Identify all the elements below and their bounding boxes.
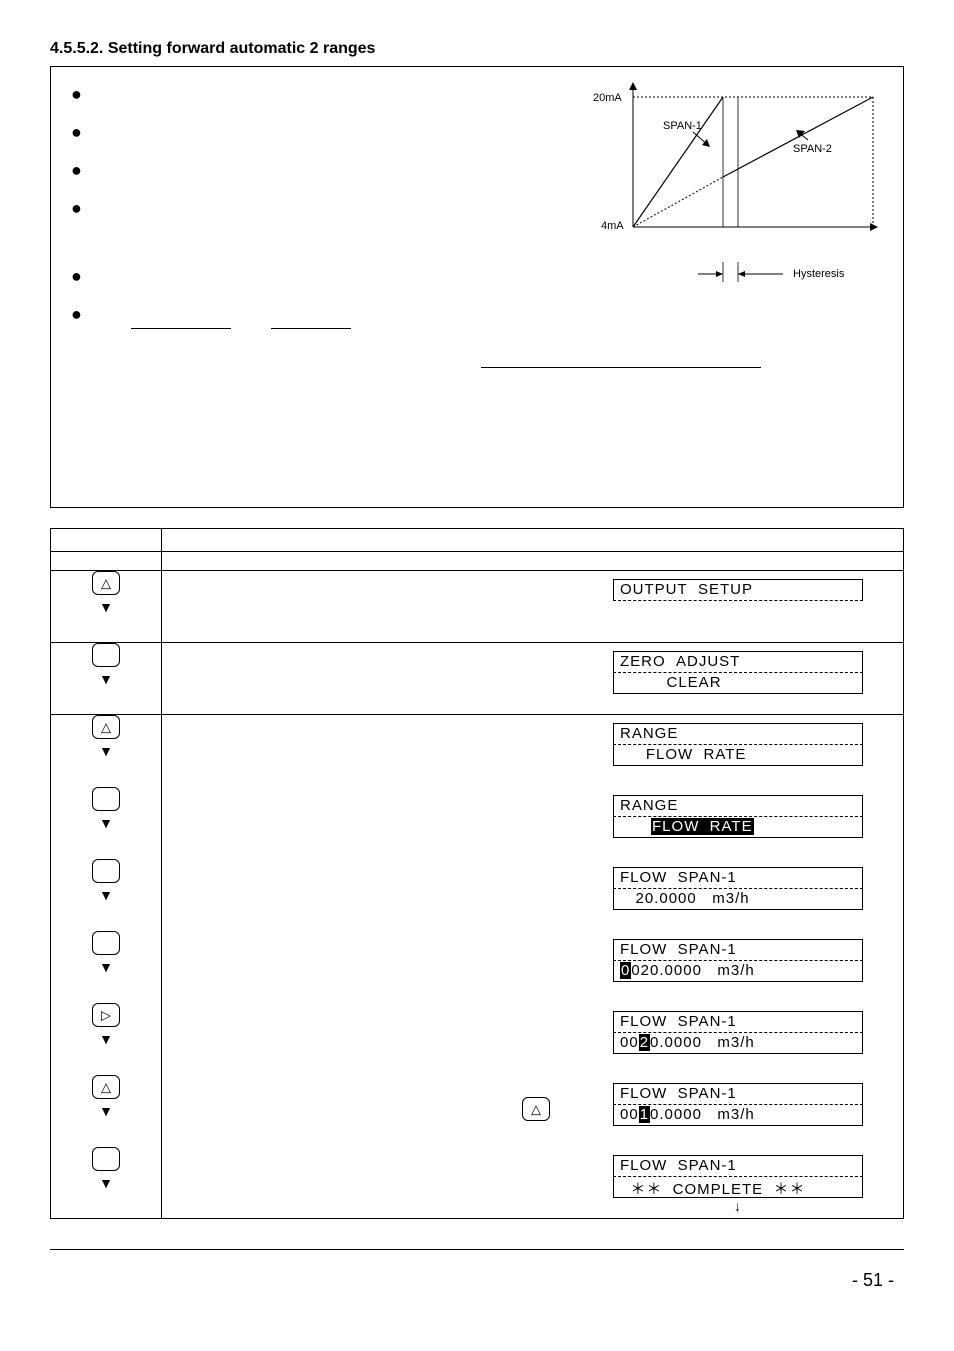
description-cell: ZERO ADJUST CLEAR [162,643,904,715]
lcd-line1: RANGE [613,795,863,817]
hysteresis-row: Hysteresis [583,262,883,292]
lcd-display: FLOW SPAN-1 ＊＊ COMPLETE ＊＊ ↓ [613,1155,863,1214]
lcd-line2: 0020.0000 m3/h [613,1033,863,1054]
key-cell: ▼ [51,931,162,1003]
lcd-display: RANGE FLOW RATE [613,723,863,766]
key-cell: ▷▼ [51,1003,162,1075]
key-cell: ▼ [51,1147,162,1219]
lcd-line1: FLOW SPAN-1 [613,867,863,889]
up-key-icon: △ [522,1097,550,1121]
flow-arrow-icon: ▼ [51,960,161,974]
lcd-line1: FLOW SPAN-1 [613,939,863,961]
description-cell: RANGE FLOW RATE [162,715,904,787]
description-cell: FLOW SPAN-1 20.0000 m3/h [162,859,904,931]
flow-arrow-icon: ▼ [51,816,161,830]
lcd-display: FLOW SPAN-1 20.0000 m3/h [613,867,863,910]
lcd-display: FLOW SPAN-1 0020.0000 m3/h [613,1011,863,1054]
description-cell: FLOW SPAN-1 0020.0000 m3/h [162,1003,904,1075]
key-cell: △▼ [51,1075,162,1147]
procedure-row: △▼ RANGE FLOW RATE [51,715,904,787]
procedure-row: ▼ RANGE FLOW RATE [51,787,904,859]
procedure-row: ▼ FLOW SPAN-1 ＊＊ COMPLETE ＊＊ ↓ [51,1147,904,1219]
span2-label: SPAN-2 [793,143,832,155]
blank-key-icon [92,859,120,883]
key-cell: △▼ [51,571,162,643]
key-cell: ▼ [51,643,162,715]
lcd-line2: CLEAR [613,673,863,694]
key-cell: ▼ [51,787,162,859]
range-chart: 20mA 4mA SPAN-1 SPAN-2 [583,77,883,257]
lcd-display: RANGE FLOW RATE [613,795,863,838]
procedure-table: △▼ OUTPUT SETUP ▼ ZERO ADJUST CLEAR △▼ R… [50,528,904,1219]
procedure-row: ▼ FLOW SPAN-1 0020.0000 m3/h [51,931,904,1003]
flow-arrow-icon: ▼ [51,672,161,686]
page-number: - 51 - [50,1270,904,1291]
flow-arrow-icon: ▼ [51,744,161,758]
procedure-row: ▼ ZERO ADJUST CLEAR [51,643,904,715]
description-box: ● ● ● ● ● ● 20mA 4mA [50,66,904,508]
flow-arrow-icon: ▼ [51,1176,161,1190]
section-heading: 4.5.5.2. Setting forward automatic 2 ran… [50,40,904,58]
description-cell: △ FLOW SPAN-1 0010.0000 m3/h [162,1075,904,1147]
flow-arrow-icon: ▼ [51,600,161,614]
lcd-display: OUTPUT SETUP [613,579,863,621]
key-cell: ▼ [51,859,162,931]
lcd-display: FLOW SPAN-1 0020.0000 m3/h [613,939,863,982]
up-key-icon: △ [92,1075,120,1099]
description-cell: RANGE FLOW RATE [162,787,904,859]
blank-key-icon [92,787,120,811]
key-cell: △▼ [51,715,162,787]
lcd-line2: ＊＊ COMPLETE ＊＊ [613,1177,863,1198]
lcd-line2 [613,601,863,621]
right-key-icon: ▷ [92,1003,120,1027]
lcd-line1: ZERO ADJUST [613,651,863,673]
lcd-line2: FLOW RATE [613,817,863,838]
continue-arrow-icon: ↓ [613,1198,863,1214]
flow-arrow-icon: ▼ [51,1032,161,1046]
description-cell: OUTPUT SETUP [162,571,904,643]
underline [131,327,231,329]
hysteresis-label: Hysteresis [793,268,845,280]
lcd-line2: FLOW RATE [613,745,863,766]
lcd-line2: 0010.0000 m3/h [613,1105,863,1126]
lcd-line1: FLOW SPAN-1 [613,1083,863,1105]
bullet-list: ● ● ● ● ● ● [71,85,82,343]
description-cell: FLOW SPAN-1 ＊＊ COMPLETE ＊＊ ↓ [162,1147,904,1219]
footer-rule [50,1249,904,1250]
underline [271,327,351,329]
flow-arrow-icon: ▼ [51,1104,161,1118]
lcd-display: FLOW SPAN-1 0010.0000 m3/h [613,1083,863,1126]
up-key-icon: △ [92,715,120,739]
blank-key-icon [92,643,120,667]
procedure-row: ▼ FLOW SPAN-1 20.0000 m3/h [51,859,904,931]
lcd-line1: OUTPUT SETUP [613,579,863,601]
span1-label: SPAN-1 [663,120,702,132]
procedure-row: △▼ OUTPUT SETUP [51,571,904,643]
procedure-row: ▷▼ FLOW SPAN-1 0020.0000 m3/h [51,1003,904,1075]
lcd-line1: RANGE [613,723,863,745]
flow-arrow-icon: ▼ [51,888,161,902]
description-cell: FLOW SPAN-1 0020.0000 m3/h [162,931,904,1003]
y-bot-label: 4mA [601,220,624,232]
blank-key-icon [92,1147,120,1171]
lcd-line2: 0020.0000 m3/h [613,961,863,982]
lcd-line1: FLOW SPAN-1 [613,1011,863,1033]
y-top-label: 20mA [593,92,622,104]
up-key-icon: △ [92,571,120,595]
procedure-row: △▼ △ FLOW SPAN-1 0010.0000 m3/h [51,1075,904,1147]
lcd-display: ZERO ADJUST CLEAR [613,651,863,694]
lcd-line1: FLOW SPAN-1 [613,1155,863,1177]
lcd-line2: 20.0000 m3/h [613,889,863,910]
blank-key-icon [92,931,120,955]
underline [481,367,761,368]
